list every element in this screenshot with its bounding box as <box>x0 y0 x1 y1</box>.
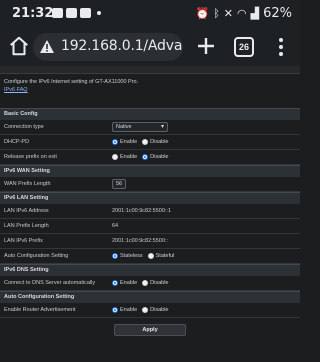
auto-configuration-label: Auto Configuration Setting <box>4 253 69 259</box>
ipv6-faq-link[interactable]: IPv6 FAQ <box>4 87 28 93</box>
page-top-edge <box>0 66 300 74</box>
stateless-radio[interactable]: Stateless <box>112 253 143 259</box>
wan-prefix-length-input[interactable]: 56 <box>112 179 126 189</box>
row-router-advertisement: Enable Router Advertisement Enable Disab… <box>0 303 300 318</box>
not-secure-warning-icon[interactable] <box>39 39 55 55</box>
tab-switcher-button[interactable]: 26 <box>234 37 254 57</box>
clock: 21:32 <box>12 6 54 21</box>
dhcp-pd-disable-radio[interactable]: Disable <box>142 139 168 145</box>
address-bar[interactable]: 192.168.0.1/Advancec <box>33 33 183 61</box>
lan-ipv6-prefix-value: 2001:1c00:9c82:5500:: <box>112 238 168 244</box>
wan-prefix-length-label: WAN Prefix Length <box>4 181 51 187</box>
video-notification-icon <box>80 8 91 18</box>
dhcp-pd-label: DHCP-PD <box>4 139 30 145</box>
notification-icons <box>52 8 101 18</box>
connection-type-select[interactable]: Native ▾ <box>112 122 168 132</box>
chevron-down-icon: ▾ <box>160 124 164 130</box>
alarm-icon: ⏰ <box>195 7 210 20</box>
lan-ipv6-address-value: 2001:1c00:9c82:5500::1 <box>112 208 172 214</box>
mail-notification-icon <box>66 8 77 18</box>
release-prefix-disable-radio[interactable]: Disable <box>142 154 168 160</box>
dns-auto-label: Connect to DNS Server automatically <box>4 280 96 286</box>
row-lan-ipv6-prefix: LAN IPv6 Prefix 2001:1c00:9c82:5500:: <box>0 234 300 249</box>
gallery-notification-icon <box>52 8 63 18</box>
bluetooth-icon: ᛒ <box>213 7 220 20</box>
row-auto-configuration: Auto Configuration Setting Stateless Sta… <box>0 249 300 264</box>
row-wan-prefix-length: WAN Prefix Length 56 <box>0 177 300 192</box>
section-header-auto-configuration: Auto Configuration Setting <box>0 291 300 303</box>
mute-icon: ✕ <box>223 7 234 20</box>
intro-text: Configure the IPv6 Internet setting of G… <box>4 79 139 85</box>
row-dns-auto: Connect to DNS Server automatically Enab… <box>0 276 300 291</box>
section-header-basic-config: Basic Config <box>0 108 300 120</box>
row-lan-prefix-length: LAN Prefix Length 64 <box>0 219 300 234</box>
signal-icon: ▟ <box>250 7 260 20</box>
section-header-ipv6-dns: IPv6 DNS Setting <box>0 264 300 276</box>
section-header-ipv6-lan: IPv6 LAN Setting <box>0 192 300 204</box>
row-release-prefix: Release prefix on exit Enable Disable <box>0 150 300 165</box>
battery-level: 62% <box>263 6 292 21</box>
more-notifications-icon <box>97 11 101 15</box>
release-prefix-enable-radio[interactable]: Enable <box>112 154 137 160</box>
lan-ipv6-address-label: LAN IPv6 Address <box>4 208 49 214</box>
overflow-menu-icon[interactable] <box>278 38 284 56</box>
lan-prefix-length-value: 64 <box>112 223 119 229</box>
row-connection-type: Connection type Native ▾ <box>0 120 300 135</box>
browser-toolbar: 192.168.0.1/Advancec 26 <box>0 28 300 66</box>
section-header-ipv6-wan: IPv6 WAN Setting <box>0 165 300 177</box>
wifi-icon: ◠ <box>237 7 247 20</box>
url-text[interactable]: 192.168.0.1/Advancec <box>61 38 183 54</box>
row-lan-ipv6-address: LAN IPv6 Address 2001:1c00:9c82:5500::1 <box>0 204 300 219</box>
dns-auto-enable-radio[interactable]: Enable <box>112 280 137 286</box>
dhcp-pd-enable-radio[interactable]: Enable <box>112 139 137 145</box>
router-advertisement-label: Enable Router Advertisement <box>4 307 76 313</box>
intro-block: Configure the IPv6 Internet setting of G… <box>0 74 300 108</box>
row-dhcp-pd: DHCP-PD Enable Disable <box>0 135 300 150</box>
tab-count: 26 <box>238 42 249 52</box>
new-tab-icon[interactable] <box>196 36 216 56</box>
stateful-radio[interactable]: Stateful <box>147 253 174 259</box>
apply-button[interactable]: Apply <box>114 324 186 336</box>
lan-ipv6-prefix-label: LAN IPv6 Prefix <box>4 238 43 244</box>
system-icons: ⏰ ᛒ ✕ ◠ ▟ 62% <box>195 6 292 21</box>
home-icon[interactable] <box>8 35 30 57</box>
router-adv-disable-radio[interactable]: Disable <box>142 307 168 313</box>
status-bar: 21:32 ⏰ ᛒ ✕ ◠ ▟ 62% <box>0 0 300 28</box>
dns-auto-disable-radio[interactable]: Disable <box>142 280 168 286</box>
release-prefix-label: Release prefix on exit <box>4 154 57 160</box>
router-ipv6-page: Configure the IPv6 Internet setting of G… <box>0 66 300 362</box>
connection-type-label: Connection type <box>4 124 44 130</box>
router-adv-enable-radio[interactable]: Enable <box>112 307 137 313</box>
apply-bar: Apply <box>0 318 300 342</box>
lan-prefix-length-label: LAN Prefix Length <box>4 223 49 229</box>
